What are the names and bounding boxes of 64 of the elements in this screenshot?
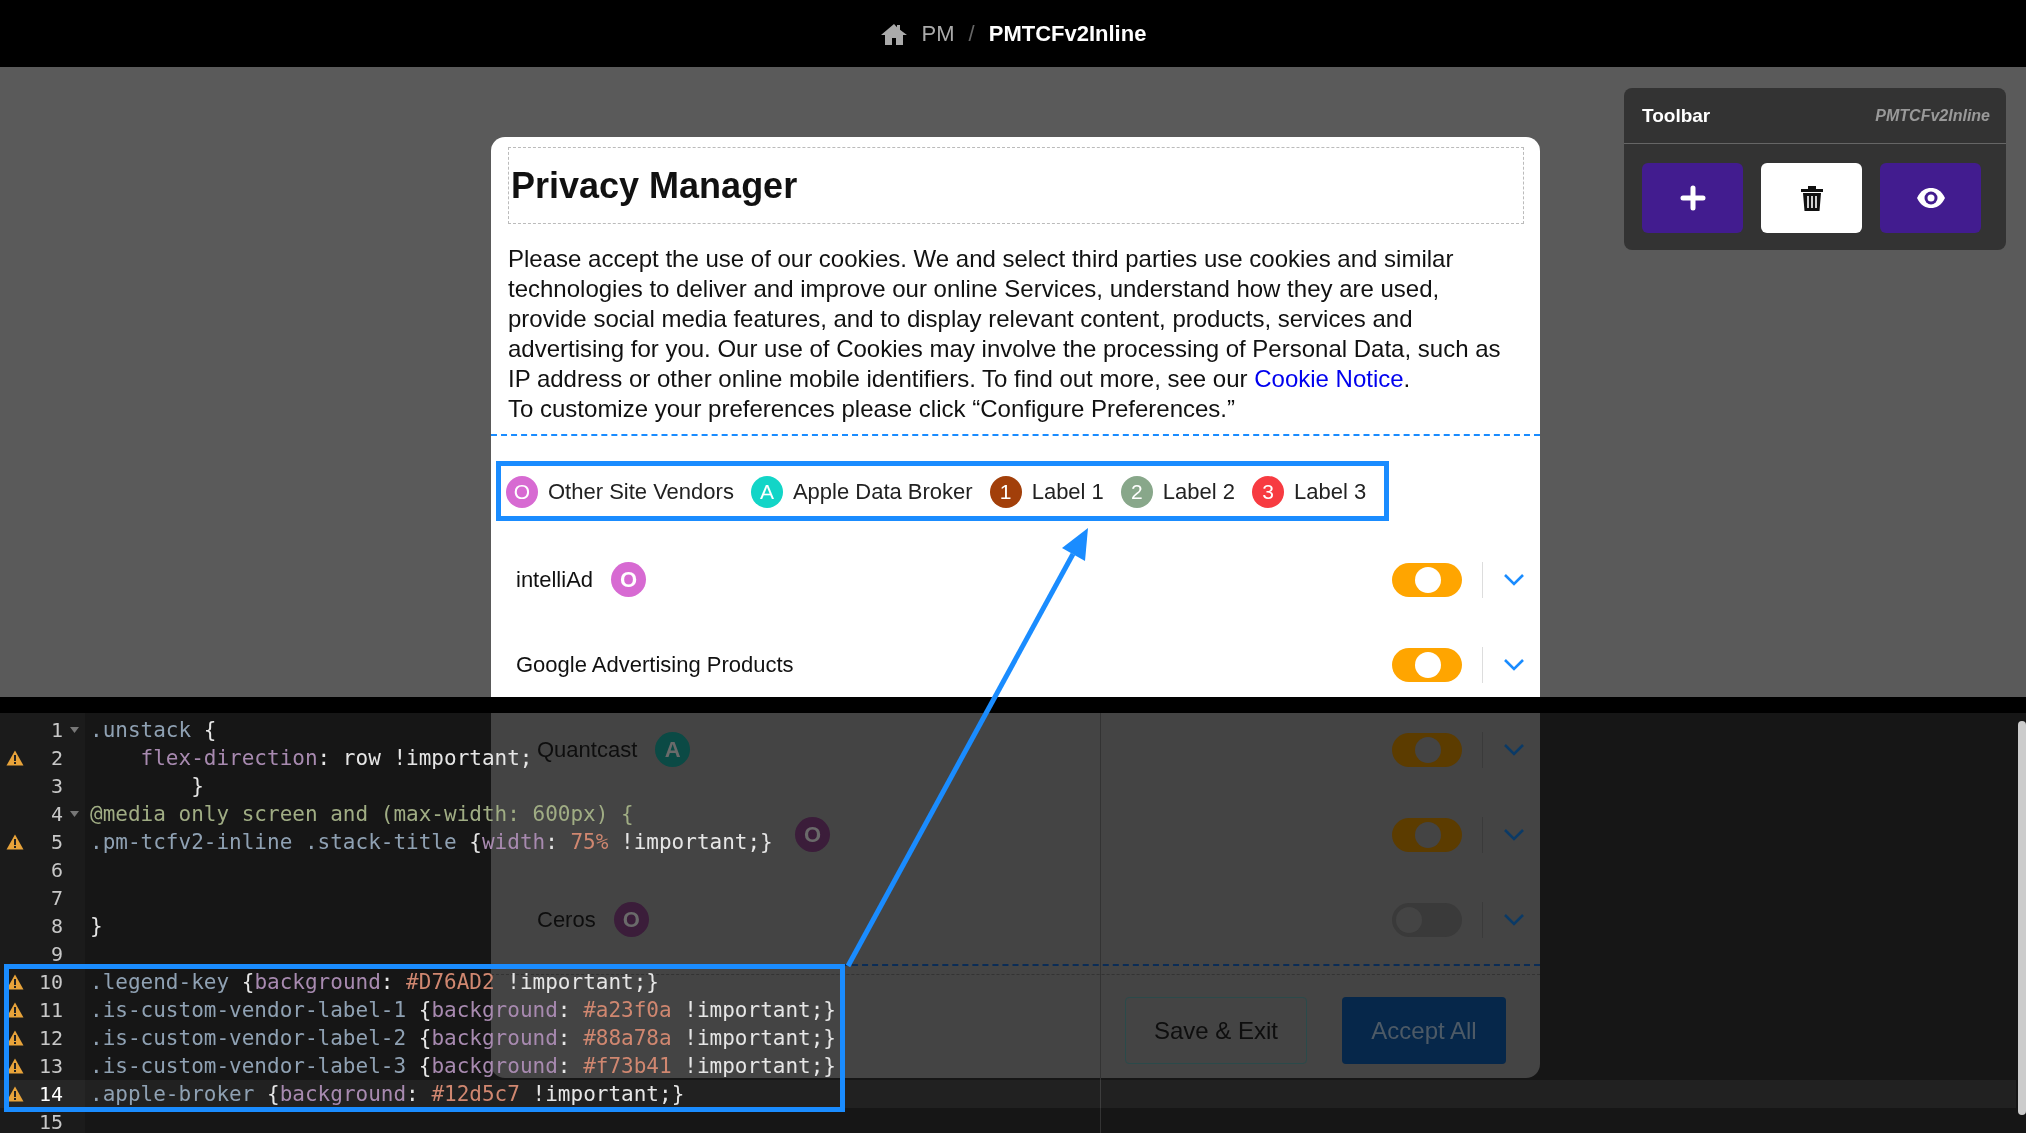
legend-label: Other Site Vendors: [548, 479, 734, 505]
vendor-badge: O: [613, 902, 649, 937]
legend-label: Label 3: [1294, 479, 1367, 505]
line-number: 14: [38, 1082, 63, 1106]
fold-icon[interactable]: [70, 811, 79, 817]
code-text: .is-custom-vendor-label-2 {background: #88a78a !important;}: [89, 1026, 836, 1050]
fold-icon[interactable]: [70, 727, 79, 733]
toggle-switch[interactable]: [1392, 647, 1462, 682]
line-number: 3: [50, 774, 63, 798]
line-number: 2: [50, 746, 63, 770]
code-text: .is-custom-vendor-label-3 {background: #f73b41 !important;}: [89, 1054, 836, 1078]
line-number: 8: [50, 914, 63, 938]
line-number: 7: [50, 886, 63, 910]
instruction-text: To customize your preferences please click “Configure Preferences.”: [508, 394, 1236, 424]
scrollbar[interactable]: [2018, 721, 2026, 1115]
code-text: @media only screen and (max-width: 600px) {: [89, 802, 634, 826]
delete-button[interactable]: [1761, 163, 1862, 233]
breadcrumb-separator: /: [968, 20, 975, 47]
legend-badge: 3: [1252, 476, 1285, 508]
toggle-switch[interactable]: [1392, 732, 1462, 767]
legend-label: Apple Data Broker: [792, 479, 973, 505]
legend-label: Label 1: [1031, 479, 1104, 505]
legend-badge: A: [750, 476, 783, 508]
preview-button[interactable]: [1880, 163, 1981, 233]
toggle-switch[interactable]: [1392, 817, 1462, 852]
code-text: .apple-broker {background: #12d5c7 !important;}: [89, 1082, 685, 1106]
chevron-down-icon[interactable]: [1503, 572, 1525, 587]
line-number: 13: [38, 1054, 63, 1078]
legend-label: Label 2: [1162, 479, 1236, 505]
toolbar-subtitle: PMTCFv2Inline: [1875, 106, 1990, 125]
modal-title: Privacy Manager: [511, 164, 798, 207]
breadcrumb-link[interactable]: PM: [921, 20, 955, 47]
code-text: .is-custom-vendor-label-1 {background: #a23f0a !important;}: [89, 998, 836, 1022]
toolbar-title: Toolbar: [1642, 104, 1711, 127]
legend-badge: O: [506, 476, 538, 508]
line-number: 15: [38, 1110, 63, 1133]
vendor-badge: A: [655, 732, 691, 767]
consent-message: Please accept the use of our cookies. We and select third parties use cookies and similar technologies to deliver and improve our online Services, understand how they are used, provide social media features, and to display relevant content, products, services and advertising for you. Our use of Cookies may involve the processing of Personal Data, such as IP address or other online mobile identifiers. To find out more, see our Cookie Notice.: [508, 244, 1502, 394]
add-button[interactable]: [1642, 163, 1743, 233]
vendor-name: Google Advertising Products: [516, 651, 794, 678]
legend-badge: 1: [989, 476, 1022, 508]
code-text: .legend-key {background: #D76AD2 !important;}: [89, 970, 659, 994]
vendor-name: intelliAd: [516, 566, 594, 593]
code-text: }: [89, 914, 103, 938]
legend-badge: 2: [1120, 476, 1153, 508]
code-text: }: [190, 774, 204, 798]
code-text: .unstack {: [89, 718, 217, 742]
line-number: 6: [50, 858, 63, 882]
line-number: 1: [50, 718, 63, 742]
line-number: 10: [38, 970, 63, 994]
vendor-badge: O: [795, 817, 830, 852]
code-text: .pm-tcfv2-inline .stack-title {width: 75% !important;}: [89, 830, 773, 854]
vendor-badge: O: [611, 562, 647, 597]
toggle-switch[interactable]: [1392, 562, 1462, 597]
code-text: flex-direction: row !important;: [139, 746, 533, 770]
line-number: 5: [50, 830, 63, 854]
line-number: 9: [50, 942, 63, 966]
breadcrumb-current: PMTCFv2Inline: [988, 20, 1147, 47]
line-number: 11: [38, 998, 63, 1022]
line-number: 4: [50, 802, 63, 826]
line-number: 12: [38, 1026, 63, 1050]
cookie-notice-link[interactable]: Cookie Notice: [1254, 365, 1404, 392]
home-icon[interactable]: [879, 21, 908, 46]
chevron-down-icon[interactable]: [1503, 657, 1525, 672]
